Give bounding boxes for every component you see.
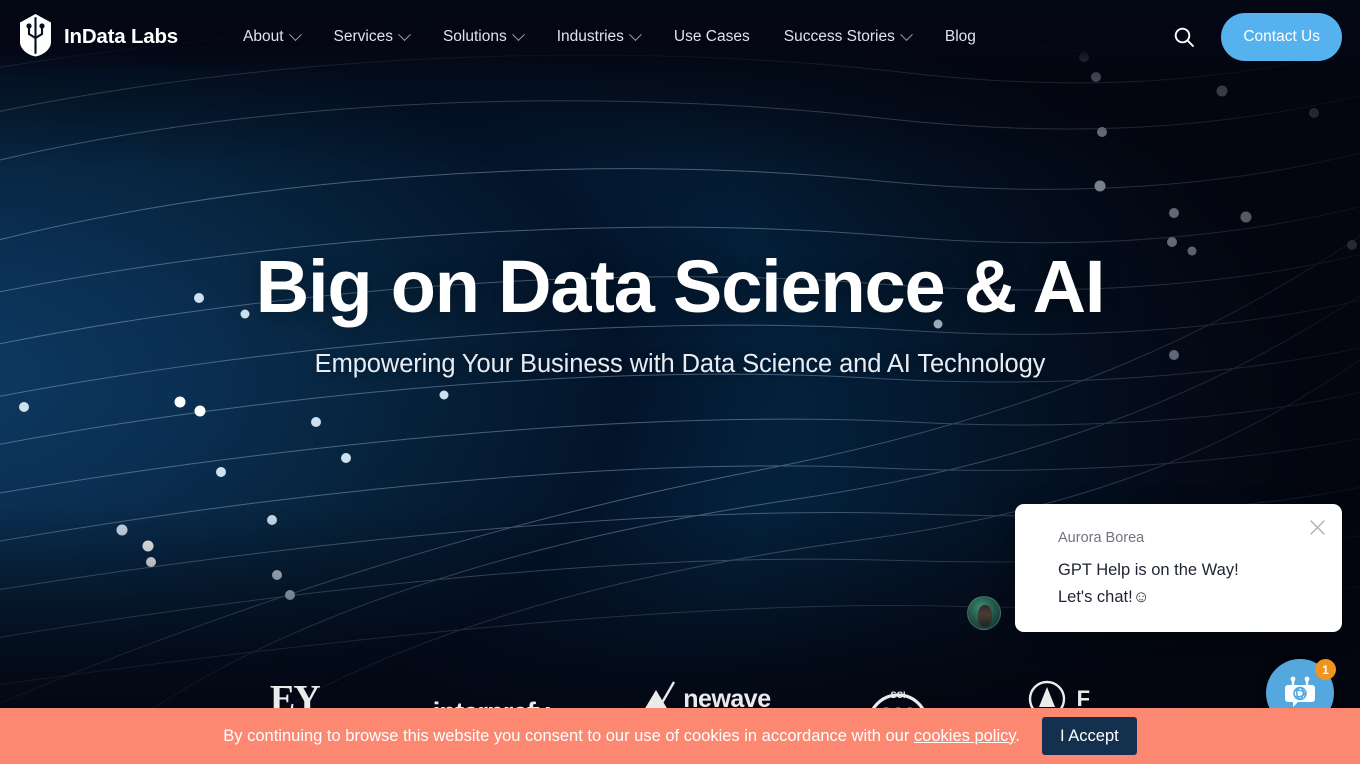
chevron-down-icon	[511, 27, 525, 41]
nav-item-blog[interactable]: Blog	[928, 0, 993, 74]
page-title: Big on Data Science & AI	[255, 245, 1106, 328]
chevron-down-icon	[900, 27, 913, 41]
cookie-text-before: By continuing to browse this website you…	[223, 726, 914, 745]
close-icon[interactable]	[1306, 516, 1328, 538]
site-header: InData Labs About Services Solutions Ind…	[0, 0, 1360, 74]
hero-subtitle: Empowering Your Business with Data Scien…	[314, 349, 1046, 378]
svg-text:SCI: SCI	[890, 690, 905, 700]
nav-label: Use Cases	[673, 28, 750, 45]
chat-message: GPT Help is on the Way! Let's chat!☺	[1058, 557, 1239, 610]
chat-popup: Aurora Borea GPT Help is on the Way! Let…	[1015, 504, 1342, 632]
nav-item-solutions[interactable]: Solutions	[426, 0, 540, 74]
chat-unread-badge: 1	[1315, 659, 1336, 680]
brand-name: InData Labs	[64, 25, 178, 48]
chevron-down-icon	[398, 27, 411, 41]
chatbot-icon	[1285, 676, 1315, 707]
cookies-policy-link[interactable]: cookies policy	[914, 727, 1016, 745]
nav-label: Solutions	[442, 28, 507, 45]
cookie-text-after: .	[1015, 726, 1021, 745]
nav-item-industries[interactable]: Industries	[540, 0, 657, 74]
nav-label: About	[243, 28, 284, 45]
accept-cookies-button[interactable]: I Accept	[1042, 717, 1137, 755]
hero-vignette	[0, 0, 1360, 764]
chevron-down-icon	[629, 27, 642, 41]
hero-section: Big on Data Science & AI Empowering Your…	[0, 248, 1360, 379]
search-icon[interactable]	[1169, 22, 1199, 52]
nav-item-success-stories[interactable]: Success Stories	[767, 0, 928, 74]
nav-label: Success Stories	[783, 28, 895, 45]
header-actions: Contact Us	[1169, 13, 1342, 61]
avatar	[967, 596, 1001, 630]
chat-agent-name: Aurora Borea	[1058, 530, 1145, 546]
nav-item-services[interactable]: Services	[317, 0, 426, 74]
brand-logo-link[interactable]: InData Labs	[18, 13, 178, 62]
contact-us-button[interactable]: Contact Us	[1221, 13, 1342, 61]
nav-label: Blog	[944, 28, 976, 45]
hero-background	[0, 0, 1360, 764]
main-navigation: About Services Solutions Industries Use …	[226, 0, 993, 74]
cookie-text: By continuing to browse this website you…	[223, 727, 1020, 746]
chat-message-line-2: Let's chat!☺	[1058, 587, 1150, 606]
nav-item-use-cases[interactable]: Use Cases	[657, 0, 767, 74]
nav-item-about[interactable]: About	[226, 0, 317, 74]
indata-leaf-logo-icon	[18, 13, 53, 62]
nav-label: Services	[333, 28, 393, 45]
cookie-consent-banner: By continuing to browse this website you…	[0, 708, 1360, 764]
chevron-down-icon	[288, 27, 302, 41]
chat-message-line-1: GPT Help is on the Way!	[1058, 561, 1239, 579]
nav-label: Industries	[556, 28, 624, 45]
